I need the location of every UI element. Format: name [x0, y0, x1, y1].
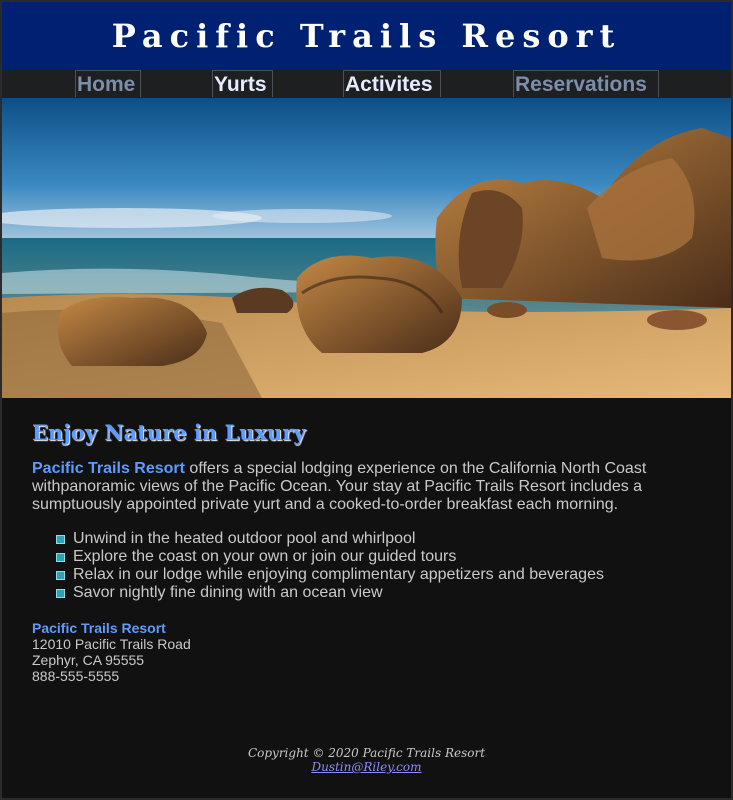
main-content: Enjoy Nature in Luxury Pacific Trails Re… [2, 420, 731, 684]
nav-reservations-link[interactable]: Reservations [513, 70, 659, 97]
nav-home-link[interactable]: Home [75, 70, 141, 97]
intro-brand-name: Pacific Trails Resort [32, 460, 185, 477]
footer-email-link[interactable]: Dustin@Riley.com [311, 760, 421, 774]
intro-paragraph: Pacific Trails Resort offers a special l… [32, 460, 701, 514]
site-title: Pacific Trails Resort [111, 17, 622, 55]
site-header: Pacific Trails Resort [2, 2, 731, 70]
nav-activities-link[interactable]: Activites [343, 70, 441, 97]
beach-rocks-illustration [2, 98, 731, 398]
list-item: Relax in our lodge while enjoying compli… [56, 566, 701, 584]
square-bullet-icon [56, 571, 65, 580]
feature-text: Relax in our lodge while enjoying compli… [73, 566, 604, 583]
features-list: Unwind in the heated outdoor pool and wh… [56, 530, 701, 602]
nav-yurts-link[interactable]: Yurts [212, 70, 273, 97]
page-wrapper: Pacific Trails Resort Home Yurts Activit… [0, 0, 733, 800]
list-item: Unwind in the heated outdoor pool and wh… [56, 530, 701, 548]
main-nav: Home Yurts Activites Reservations [2, 70, 731, 98]
site-footer: Copyright © 2020 Pacific Trails Resort D… [2, 746, 731, 774]
copyright-text: Copyright © 2020 Pacific Trails Resort [247, 746, 486, 760]
feature-text: Unwind in the heated outdoor pool and wh… [73, 530, 416, 547]
contact-name: Pacific Trails Resort [32, 620, 166, 636]
contact-phone: 888-555-5555 [32, 668, 120, 684]
list-item: Explore the coast on your own or join ou… [56, 548, 701, 566]
contact-street: 12010 Pacific Trails Road [32, 636, 191, 652]
hero-beach-image [2, 98, 731, 398]
main-heading: Enjoy Nature in Luxury [32, 420, 306, 445]
square-bullet-icon [56, 535, 65, 544]
feature-text: Explore the coast on your own or join ou… [73, 548, 457, 565]
contact-address: Pacific Trails Resort 12010 Pacific Trai… [32, 620, 701, 684]
square-bullet-icon [56, 589, 65, 598]
list-item: Savor nightly fine dining with an ocean … [56, 584, 701, 602]
square-bullet-icon [56, 553, 65, 562]
contact-city: Zephyr, CA 95555 [32, 652, 145, 668]
feature-text: Savor nightly fine dining with an ocean … [73, 584, 383, 601]
